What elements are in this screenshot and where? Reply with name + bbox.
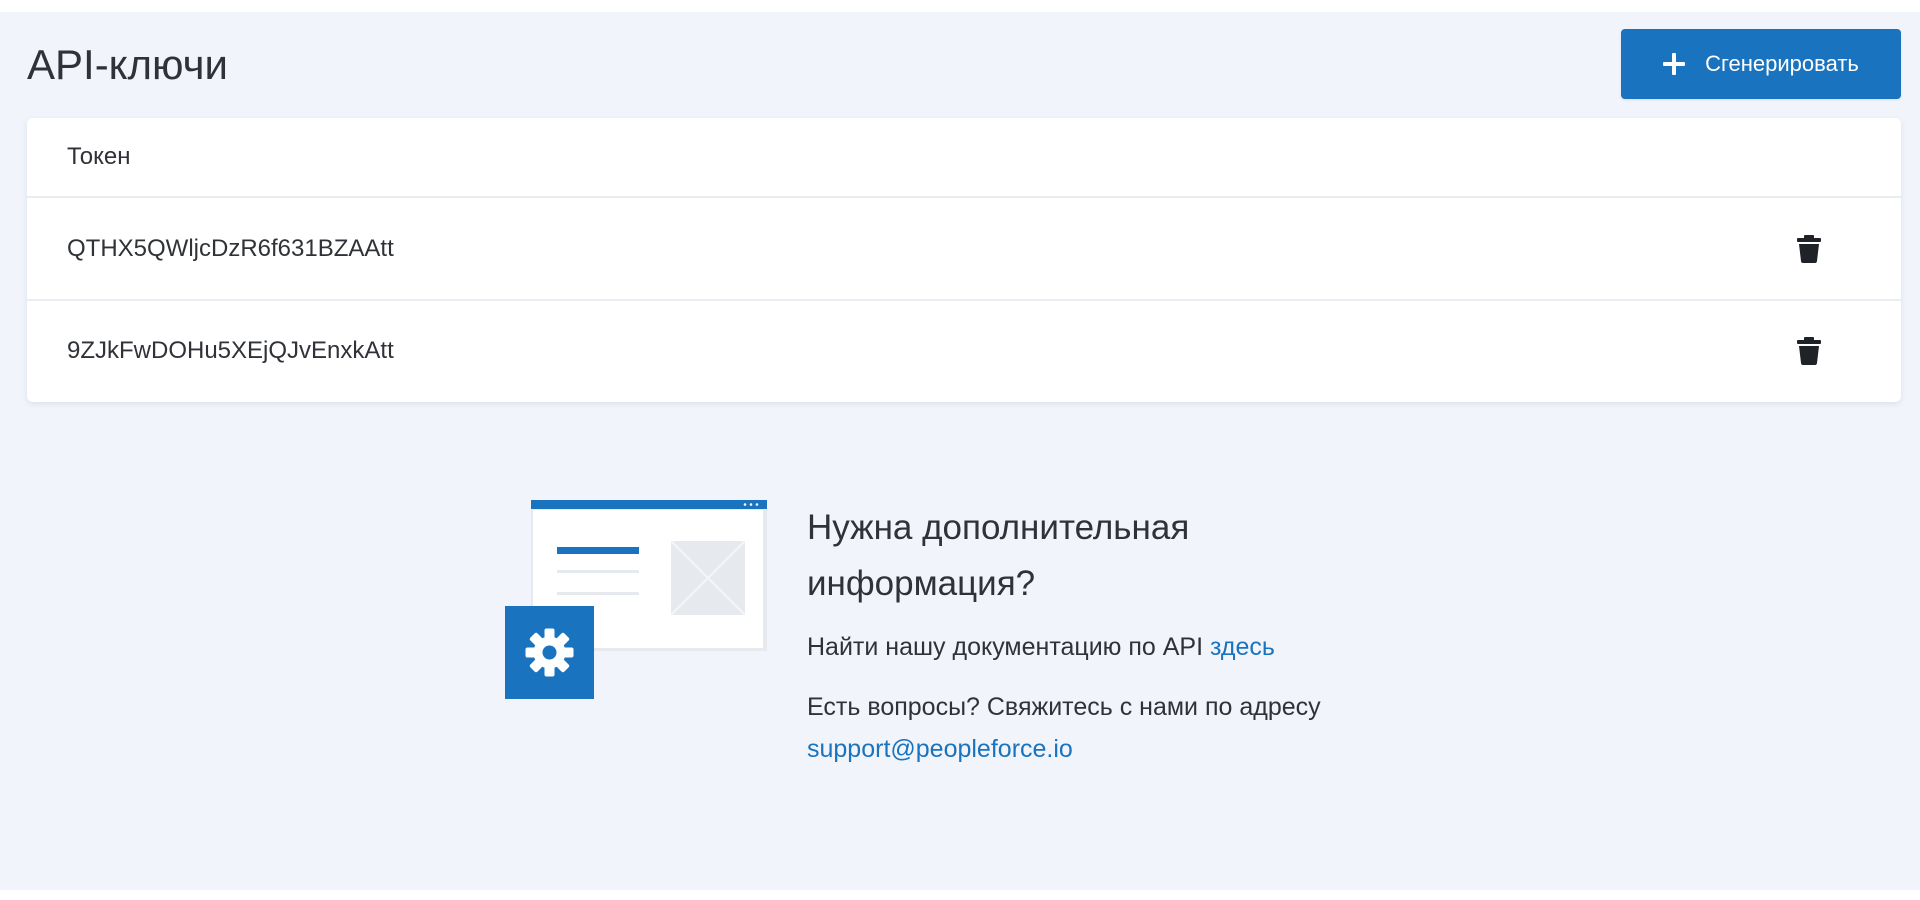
contact-text: Есть вопросы? Свяжитесь с нами по адресу xyxy=(807,693,1321,721)
trash-icon[interactable] xyxy=(1797,234,1821,263)
help-section: Нужна дополнительная информация? Найти н… xyxy=(505,500,1425,800)
generate-button[interactable]: Сгенерировать xyxy=(1621,29,1901,99)
table-header: Токен xyxy=(27,118,1901,198)
trash-icon[interactable] xyxy=(1797,336,1821,365)
token-value: 9ZJkFwDOHu5XEjQJvEnxkAtt xyxy=(67,336,394,364)
page-title: API-ключи xyxy=(27,41,228,88)
column-header-token: Токен xyxy=(67,143,131,170)
docs-text: Найти нашу документацию по API xyxy=(807,633,1204,661)
support-email-link[interactable]: support@peopleforce.io xyxy=(807,735,1073,763)
help-title: Нужна дополнительная информация? xyxy=(807,508,1190,603)
gear-icon xyxy=(525,628,574,677)
table-row: 9ZJkFwDOHu5XEjQJvEnxkAtt xyxy=(27,299,1901,400)
page-header: API-ключи Сгенерировать xyxy=(27,12,1901,120)
help-text: Нужна дополнительная информация? Найти н… xyxy=(807,500,1427,788)
contact-line: Есть вопросы? Свяжитесь с нами по адресу… xyxy=(807,686,1427,770)
docs-line: Найти нашу документацию по API здесь xyxy=(807,626,1427,668)
tokens-table: Токен QTHX5QWljcDzR6f631BZAAtt 9ZJkFwDOH… xyxy=(27,118,1901,402)
table-row: QTHX5QWljcDzR6f631BZAAtt xyxy=(27,198,1901,299)
documentation-illustration xyxy=(505,500,769,700)
plus-icon xyxy=(1663,53,1686,75)
token-value: QTHX5QWljcDzR6f631BZAAtt xyxy=(67,234,394,262)
docs-link[interactable]: здесь xyxy=(1210,633,1275,661)
page: API-ключи Сгенерировать Токен QTHX5QWljc… xyxy=(0,12,1920,890)
generate-button-label: Сгенерировать xyxy=(1705,51,1859,76)
